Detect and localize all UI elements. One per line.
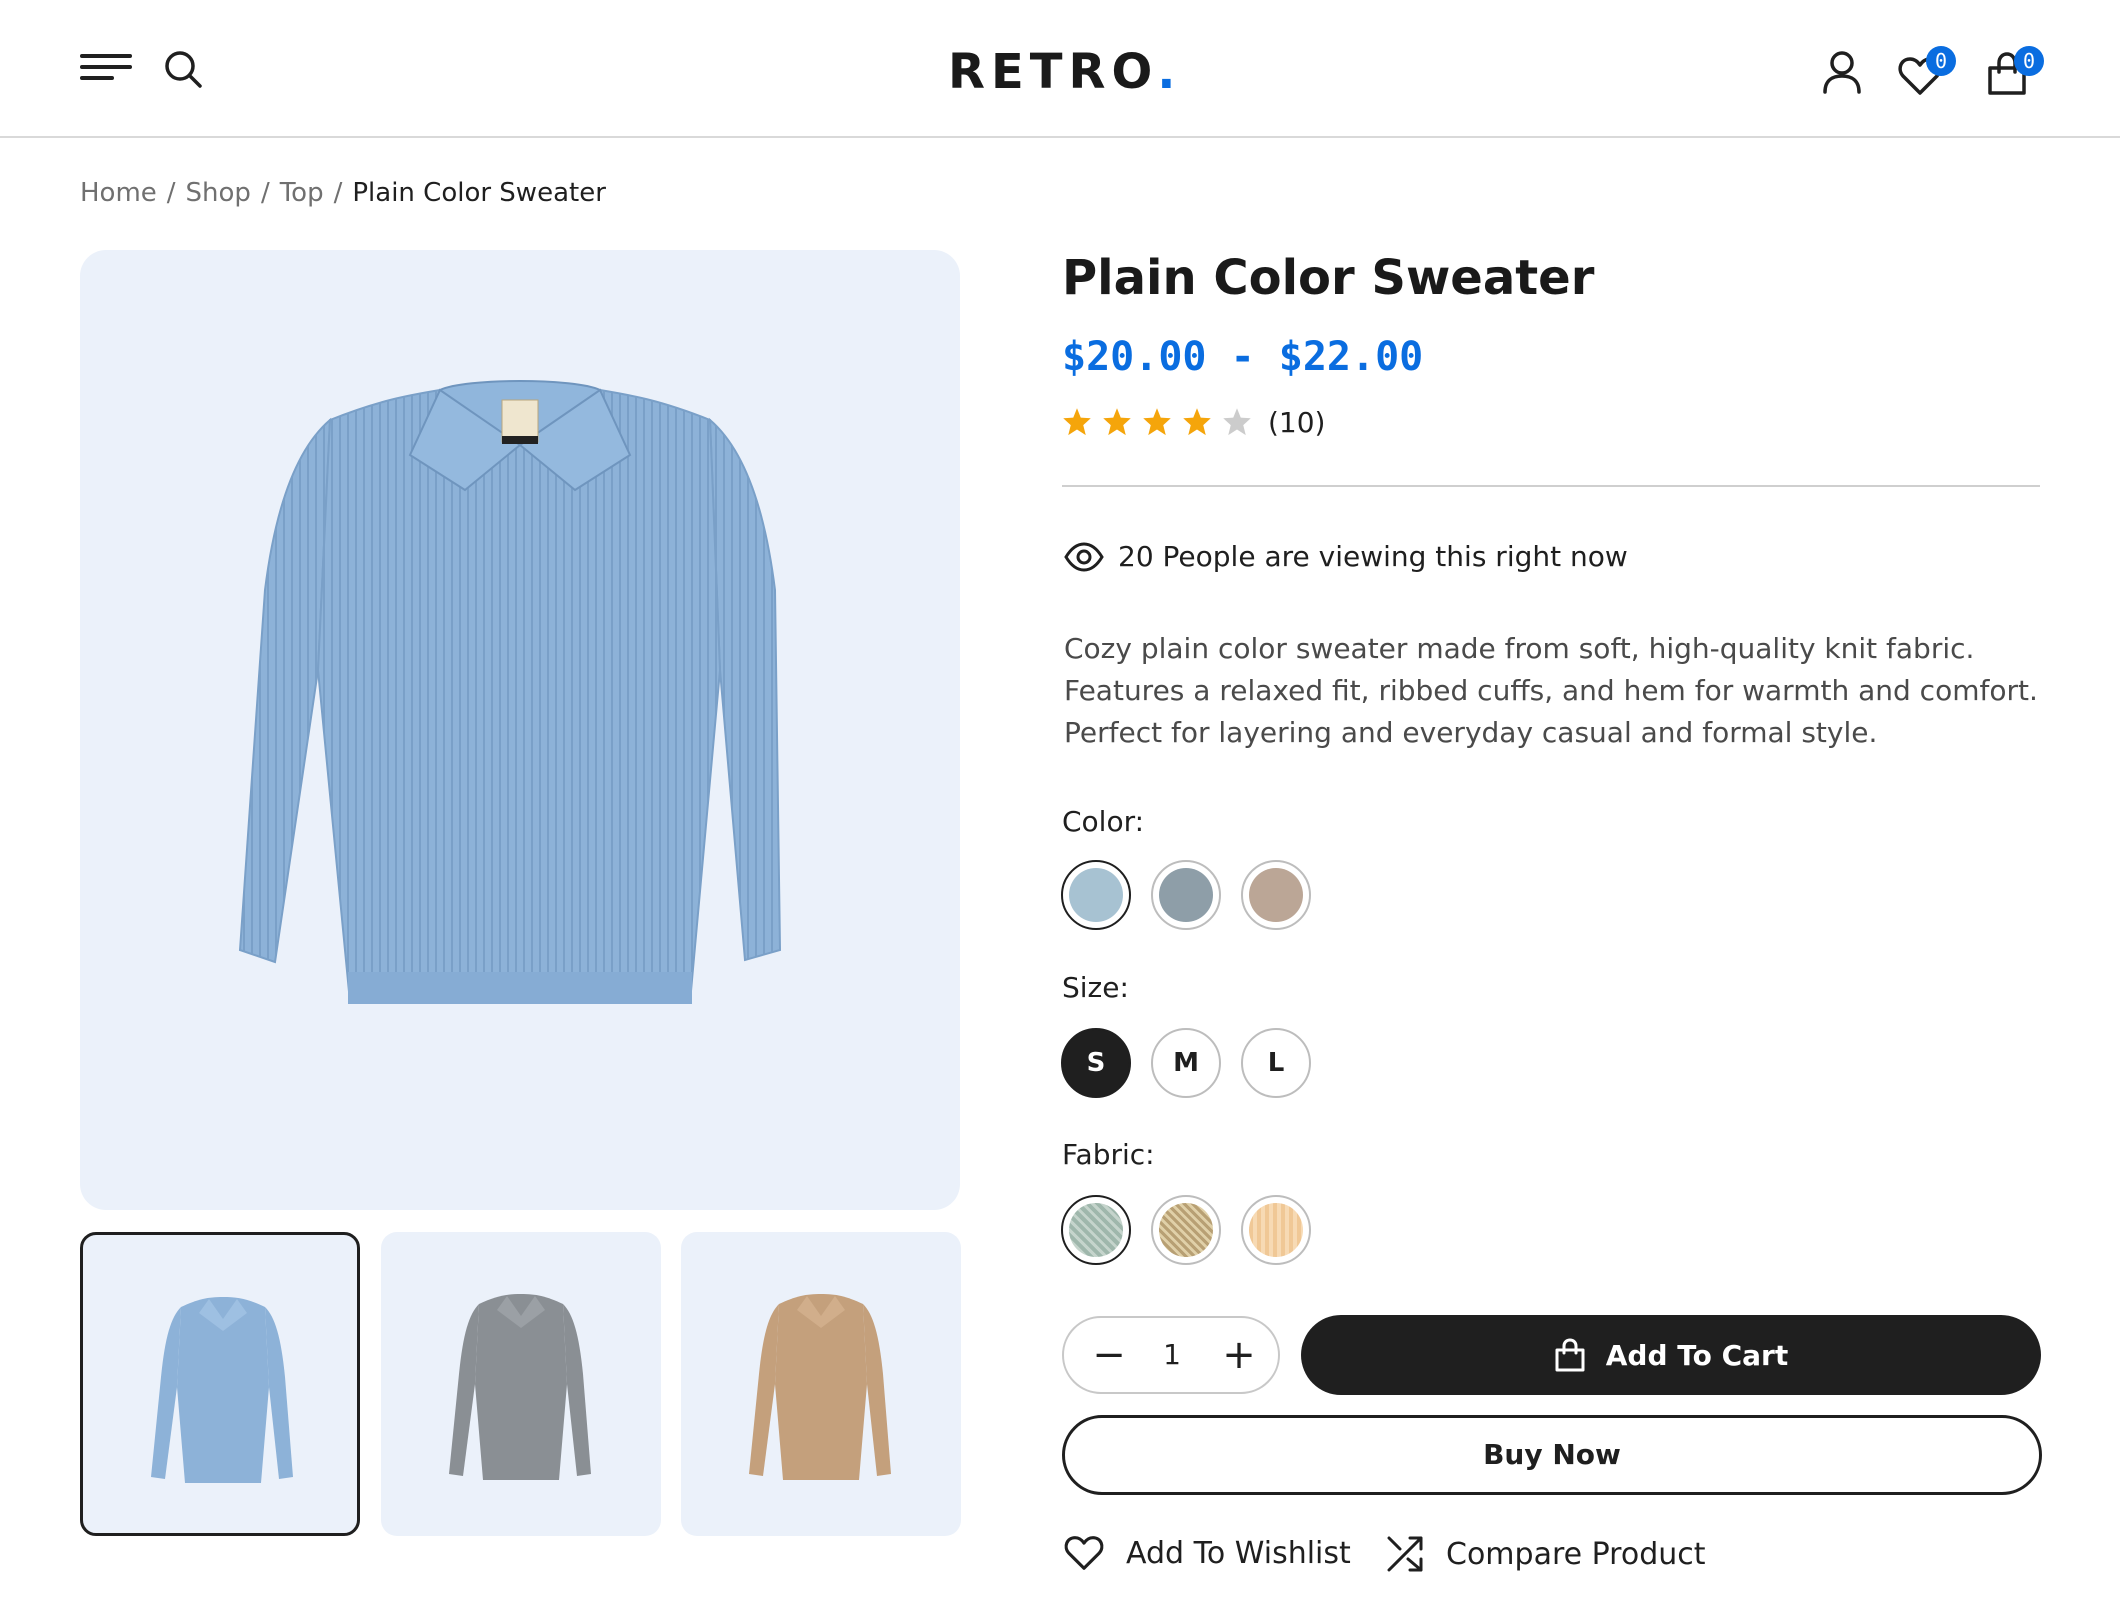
wishlist-count-badge: 0 [1926,46,1956,76]
star-filled-icon [1143,408,1171,436]
star-filled-icon [1183,408,1211,436]
menu-bar [80,76,114,80]
star-empty-icon [1223,408,1251,436]
breadcrumb-separator: / [166,178,176,208]
star-filled-icon [1103,408,1131,436]
user-icon[interactable] [1822,50,1862,94]
compare-product-label: Compare Product [1446,1536,1706,1572]
description-line: Cozy plain color sweater made from soft,… [1064,632,1975,665]
sweater-image [238,380,782,1004]
fabric-label: Fabric: [1062,1138,1155,1171]
quantity-decrease-button[interactable]: − [1086,1332,1132,1378]
cart-count-badge: 0 [2014,46,2044,76]
product-description: Cozy plain color sweater made from soft,… [1064,628,2044,754]
color-swatch-light-blue[interactable] [1061,860,1131,930]
menu-icon[interactable] [80,50,132,84]
quantity-stepper: − 1 + [1062,1316,1280,1394]
logo-dot: . [1157,44,1182,100]
shuffle-icon [1387,1536,1423,1572]
fabric-swatch-tweed[interactable] [1151,1195,1221,1265]
color-swatch-beige[interactable] [1241,860,1311,930]
color-label: Color: [1062,805,1145,838]
size-option-m[interactable]: M [1151,1028,1221,1098]
color-swatch-gray[interactable] [1151,860,1221,930]
fabric-swatch-green[interactable] [1061,1195,1131,1265]
product-price: $20.00 - $22.00 [1062,334,1424,380]
menu-bar [80,65,132,69]
site-header: RETRO. 0 0 [0,0,2120,138]
swatch-fill [1069,868,1123,922]
site-logo[interactable]: RETRO. [948,44,1181,100]
size-label: Size: [1062,971,1129,1004]
compare-product-link[interactable]: Compare Product [1386,1535,1706,1573]
description-line: Perfect for layering and everyday casual… [1064,716,1878,749]
product-rating: (10) [1062,402,1325,442]
size-option-l[interactable]: L [1241,1028,1311,1098]
thumbnail-tan[interactable] [681,1232,961,1536]
product-main-image[interactable] [80,250,960,1210]
breadcrumb-shop[interactable]: Shop [186,178,251,208]
breadcrumb-separator: / [260,178,270,208]
add-to-cart-label: Add To Cart [1605,1338,1789,1372]
product-title: Plain Color Sweater [1062,250,1595,306]
live-viewers: 20 People are viewing this right now [1064,540,1628,573]
thumbnail-sweater-image [151,1297,293,1483]
breadcrumb-home[interactable]: Home [80,178,157,208]
rating-count: (10) [1268,405,1326,439]
viewing-text: 20 People are viewing this right now [1118,540,1628,573]
breadcrumb-current: Plain Color Sweater [352,178,606,208]
divider [1062,485,2040,487]
heart-icon [1064,1536,1104,1570]
swatch-fill [1249,868,1303,922]
swatch-fill [1159,1203,1213,1257]
add-to-wishlist-label: Add To Wishlist [1126,1535,1351,1571]
star-filled-icon [1063,408,1091,436]
fabric-swatch-peach[interactable] [1241,1195,1311,1265]
breadcrumb-top[interactable]: Top [280,178,324,208]
breadcrumb: Home / Shop / Top / Plain Color Sweater [80,178,606,208]
eye-icon [1064,541,1104,572]
swatch-fill [1249,1203,1303,1257]
logo-text: RETRO [948,44,1158,100]
thumbnail-gray[interactable] [381,1232,661,1536]
swatch-fill [1159,868,1213,922]
buy-now-button[interactable]: Buy Now [1062,1415,2042,1495]
quantity-value[interactable]: 1 [1148,1338,1196,1371]
thumbnail-sweater-image [749,1294,891,1480]
thumbnail-sweater-image [449,1294,591,1480]
add-to-cart-button[interactable]: Add To Cart [1301,1315,2041,1395]
menu-bar [80,54,132,58]
breadcrumb-separator: / [333,178,343,208]
swatch-fill [1069,1203,1123,1257]
size-option-s[interactable]: S [1061,1028,1131,1098]
add-to-wishlist-link[interactable]: Add To Wishlist [1064,1535,1351,1571]
shopping-bag-icon [1555,1338,1585,1372]
quantity-increase-button[interactable]: + [1216,1332,1262,1378]
search-icon[interactable] [162,48,204,90]
description-line: Features a relaxed fit, ribbed cuffs, an… [1064,674,2038,707]
thumbnail-blue[interactable] [80,1232,360,1536]
